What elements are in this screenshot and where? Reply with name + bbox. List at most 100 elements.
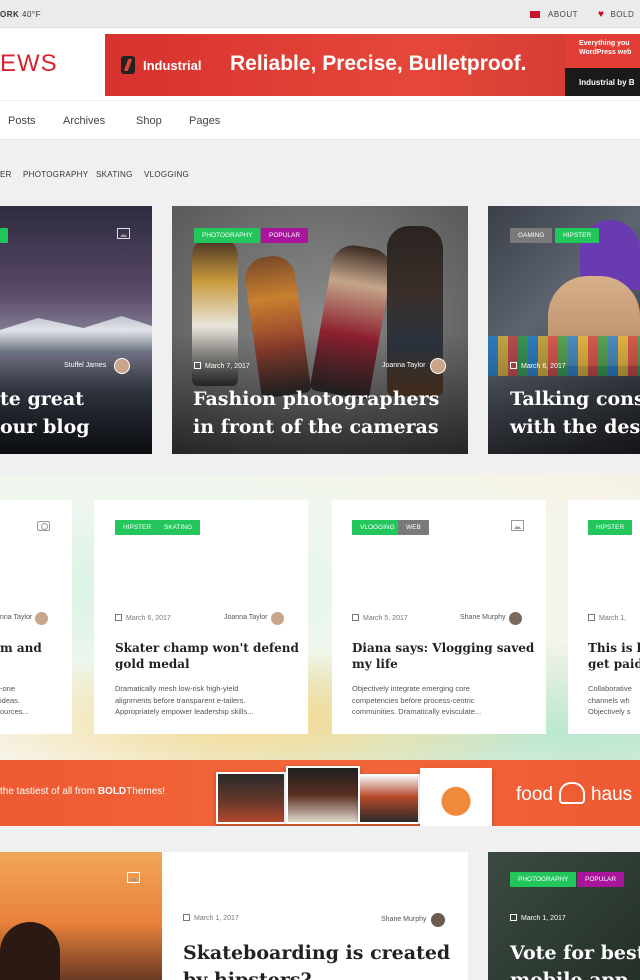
banner-brand: Industrial [143,58,202,73]
avatar [270,611,285,626]
tag-photography[interactable]: PHOTOGRAPHY [194,228,261,243]
featured-card-gaming[interactable]: GAMING HIPSTER March 6, 2017 Talking con… [488,206,640,454]
card-excerpt: -one ideas. ources... [0,683,29,718]
title-line: gold medal [115,657,190,672]
card-date-text: March 7, 2017 [205,363,250,370]
tag-hipster[interactable]: HIPSTER [588,520,633,535]
weather-city: ORK [0,10,20,19]
card-title[interactable]: m and [0,640,42,656]
theme-screenshot [358,774,420,824]
food-banner-prefix: the tastiest of all from [0,786,96,797]
title-line: Diana says: Vlogging saved [352,641,535,655]
about-link[interactable]: ABOUT [530,10,578,19]
card-excerpt: Dramatically mesh low-risk high-yield ali… [115,683,253,718]
category-link[interactable]: ER [0,170,12,179]
avatar [508,611,523,626]
image-format-icon [117,228,130,239]
card-date-text: March 1, 2017 [194,915,239,922]
featured-card[interactable]: Stuffel James te great our blog [0,206,152,454]
card-date-text: March 6, 2017 [521,363,566,370]
food-logo-right: haus [590,784,633,805]
tag-vlogging[interactable]: VLOGGING [352,520,403,535]
card-title[interactable]: Diana says: Vlogging saved my life [352,640,534,672]
tag-hipster[interactable]: HIPSTER [115,520,160,535]
card-excerpt: Collaborative channels wh Objectively s [588,683,632,718]
tag-popular[interactable]: POPULAR [577,872,625,887]
excerpt-line: Collaborative [588,684,632,693]
title-line: Talking conse [510,388,640,410]
title-line: our blog [0,415,90,438]
nav-shop[interactable]: Shop [136,115,162,127]
calendar-icon [352,614,359,621]
featured-title[interactable]: Fashion photographers in front of the cam… [193,386,439,441]
calendar-icon [194,362,201,369]
excerpt-line: ideas. [0,695,21,705]
card-author[interactable]: Joanna Taylor [382,362,425,369]
title-line: Vote for best [510,942,640,964]
card-author[interactable]: nna Taylor [0,614,32,621]
post-card-skateboarding[interactable]: March 1, 2017 Shane Murphy Skateboarding… [162,852,468,980]
card-author[interactable]: Shane Murphy [460,614,506,621]
excerpt-line: alignments before transparent e-tailers. [115,695,246,705]
post-card-image[interactable] [0,852,162,980]
skater-silhouette-image [0,922,60,980]
card-author[interactable]: Stuffel James [64,362,106,369]
title-line: with the desi [510,415,640,438]
featured-card-fashion[interactable]: PHOTOGRAPHY POPULAR March 7, 2017 Joanna… [172,206,468,454]
title-line: Skateboarding is created [183,942,451,964]
tag-gaming[interactable]: GAMING [510,228,553,243]
card-date-text: March 5, 2017 [363,615,408,622]
theme-screenshot [216,772,286,824]
boldthemes-link[interactable]: ♥ BOLD [598,9,634,20]
banner-side-text: Everything you WordPress web [565,34,640,68]
excerpt-line: -one [0,684,16,693]
site-header: EWS Industrial Reliable, Precise, Bullet… [0,28,640,100]
card-title[interactable]: This is h get paid [588,640,640,672]
nav-pages[interactable]: Pages [189,115,220,127]
card-date: March 1, [588,614,626,622]
nav-archives[interactable]: Archives [63,115,105,127]
card-date: March 5, 2017 [352,614,408,622]
foodhaus-logo: food haus [516,782,632,806]
post-card-vlogging[interactable]: VLOGGING WEB March 5, 2017 Shane Murphy … [332,500,546,734]
tag-photography[interactable]: PHOTOGRAPHY [510,872,577,887]
image-format-icon [127,872,140,883]
calendar-icon [183,914,190,921]
avatar [430,358,446,374]
featured-title[interactable]: te great our blog [0,386,90,441]
post-card-skater[interactable]: HIPSTER SKATING March 6, 2017 Joanna Tay… [94,500,308,734]
tag-popular[interactable]: POPULAR [261,228,309,243]
card-date-text: March 1, [599,615,627,622]
tag-badge[interactable] [0,228,8,243]
title-line: my life [352,657,398,672]
category-link-photography[interactable]: PHOTOGRAPHY [23,170,88,179]
card-author[interactable]: Joanna Taylor [224,614,267,621]
banner-side-line1: Everything you [579,40,630,47]
post-card[interactable]: nna Taylor m and -one ideas. ources... [0,500,72,734]
foodhaus-ad-banner[interactable]: the tastiest of all from BOLDThemes! foo… [0,760,640,826]
bold-label: BOLD [610,10,635,19]
post-card[interactable]: HIPSTER March 1, This is h get paid Colla… [568,500,640,734]
card-author[interactable]: Shane Murphy [381,916,427,923]
card-title[interactable]: Skater champ won't defend gold medal [115,640,299,672]
chef-hat-icon [558,782,585,804]
tag-web[interactable]: WEB [398,520,429,535]
card-date: March 6, 2017 [115,614,171,622]
category-link-vlogging[interactable]: VLOGGING [144,170,189,179]
card-title[interactable]: Vote for best mobile app [510,940,640,980]
category-link-skating[interactable]: SKATING [96,170,133,179]
card-title[interactable]: Skateboarding is created by hipsters? [183,940,450,980]
post-card-mobile-app[interactable]: PHOTOGRAPHY POPULAR March 1, 2017 Vote f… [488,852,640,980]
food-banner-text: the tastiest of all from BOLDThemes! [0,786,165,797]
featured-title[interactable]: Talking conse with the desi [510,386,640,441]
card-date: March 6, 2017 [510,362,566,370]
tag-hipster[interactable]: HIPSTER [555,228,600,243]
theme-screenshot [420,768,492,826]
card-date: March 1, 2017 [510,914,566,922]
industrial-ad-banner[interactable]: Industrial Reliable, Precise, Bulletproo… [105,34,640,96]
calendar-icon [588,614,595,621]
excerpt-line: Dramatically mesh low-risk high-yield [115,684,239,693]
tag-skating[interactable]: SKATING [156,520,201,535]
nav-posts[interactable]: Posts [8,115,36,127]
site-logo[interactable]: EWS [0,50,58,78]
